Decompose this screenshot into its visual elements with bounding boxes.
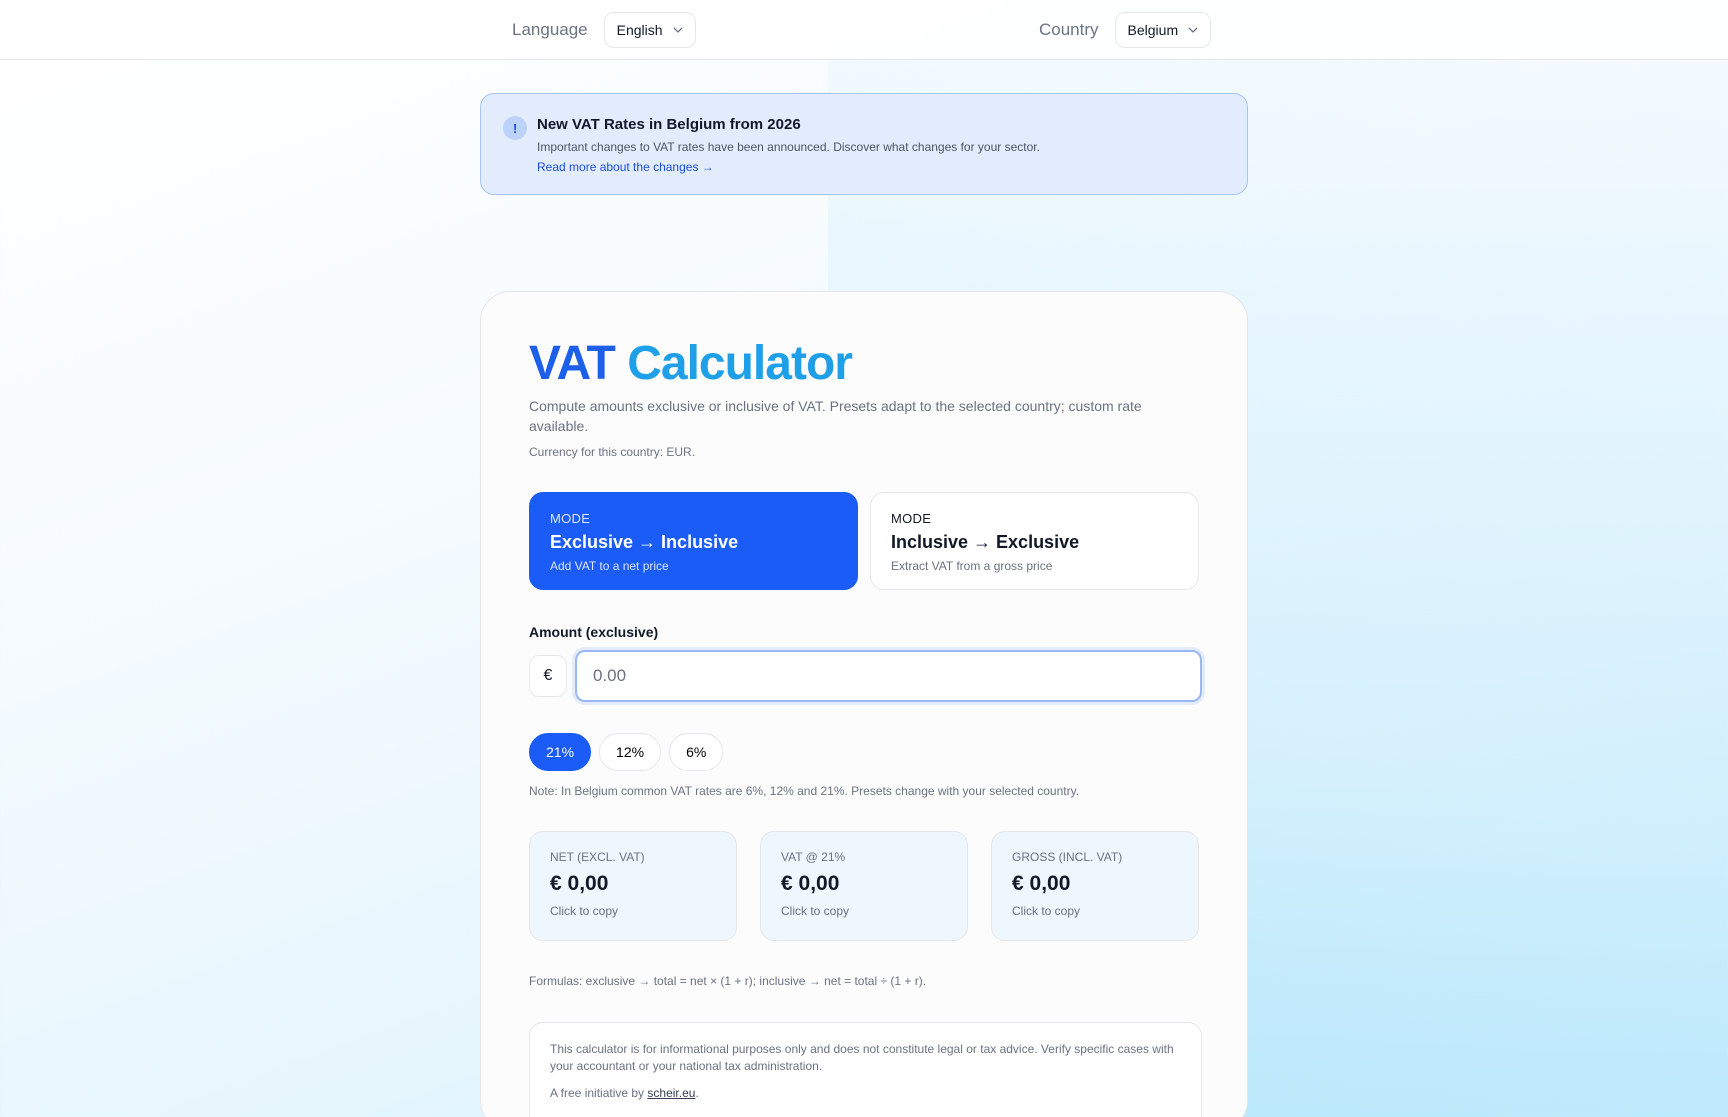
mode-title: Inclusive → Exclusive — [891, 532, 1080, 552]
country-selector-group: Country Belgium — [1039, 12, 1212, 48]
language-label: Language — [512, 20, 588, 39]
country-select[interactable]: Belgium — [1114, 12, 1212, 48]
language-value: English — [616, 22, 663, 38]
language-selector-group: Language English — [512, 12, 696, 48]
title-word-calculator: Calculator — [627, 337, 853, 390]
result-label: GROSS (INCL. VAT) — [1012, 850, 1123, 864]
copy-hint: Click to copy — [550, 904, 619, 918]
mode-description: Add VAT to a net price — [550, 559, 669, 573]
result-value: € 0,00 — [1012, 872, 1071, 895]
chevron-down-icon — [673, 27, 683, 33]
amount-input[interactable] — [575, 650, 1202, 702]
banner-title: New VAT Rates in Belgium from 2026 — [537, 116, 801, 133]
result-gross[interactable]: GROSS (INCL. VAT) € 0,00 Click to copy — [991, 831, 1199, 941]
banner-text: Important changes to VAT rates have been… — [537, 140, 1040, 154]
disclaimer-text: This calculator is for informational pur… — [550, 1042, 1174, 1073]
mode-kicker: MODE — [550, 511, 591, 526]
result-net[interactable]: NET (EXCL. VAT) € 0,00 Click to copy — [529, 831, 737, 941]
mode-inclusive-to-exclusive[interactable]: MODE Inclusive → Exclusive Extract VAT f… — [870, 492, 1199, 590]
language-select[interactable]: English — [603, 12, 696, 48]
amount-label: Amount (exclusive) — [529, 624, 659, 640]
initiative-prefix: A free initiative by — [550, 1086, 645, 1100]
mode-exclusive-to-inclusive[interactable]: MODE Exclusive → Inclusive Add VAT to a … — [529, 492, 858, 590]
mode-description: Extract VAT from a gross price — [891, 559, 1053, 573]
country-label: Country — [1039, 20, 1099, 39]
exclamation-icon: ! — [503, 116, 527, 140]
copy-hint: Click to copy — [781, 904, 850, 918]
rate-note: Note: In Belgium common VAT rates are 6%… — [529, 784, 1080, 798]
vat-rate-presets: 21% 12% 6% — [529, 733, 724, 771]
rate-preset-21[interactable]: 21% — [529, 733, 592, 771]
result-label: VAT @ 21% — [781, 850, 846, 864]
top-bar: Language English Country Belgium — [0, 0, 1728, 60]
copy-hint: Click to copy — [1012, 904, 1081, 918]
formulas-note: Formulas: exclusive → total = net × (1 +… — [529, 974, 927, 988]
mode-kicker: MODE — [891, 511, 932, 526]
mode-title: Exclusive → Inclusive — [550, 532, 739, 552]
result-value: € 0,00 — [781, 872, 840, 895]
page-title: VAT Calculator — [529, 336, 853, 391]
rate-preset-6[interactable]: 6% — [669, 733, 724, 771]
result-vat[interactable]: VAT @ 21% € 0,00 Click to copy — [760, 831, 968, 941]
vat-news-banner: ! New VAT Rates in Belgium from 2026 Imp… — [480, 93, 1248, 195]
country-value: Belgium — [1127, 22, 1179, 38]
result-label: NET (EXCL. VAT) — [550, 850, 645, 864]
disclaimer-box: This calculator is for informational pur… — [529, 1022, 1202, 1117]
initiative-suffix: . — [695, 1086, 699, 1100]
result-value: € 0,00 — [550, 872, 609, 895]
calculator-subtitle: Compute amounts exclusive or inclusive o… — [529, 398, 1142, 434]
calculator-card: VAT Calculator Compute amounts exclusive… — [480, 291, 1248, 1117]
rate-preset-12[interactable]: 12% — [599, 733, 662, 771]
initiative-line: A free initiative by scheir.eu. — [550, 1085, 1181, 1102]
title-word-vat: VAT — [529, 337, 616, 390]
currency-symbol: € — [529, 655, 567, 697]
read-more-link[interactable]: Read more about the changes → — [537, 160, 714, 174]
scheir-link[interactable]: scheir.eu — [647, 1086, 695, 1100]
chevron-down-icon — [1188, 27, 1198, 33]
currency-note: Currency for this country: EUR. — [529, 445, 696, 459]
